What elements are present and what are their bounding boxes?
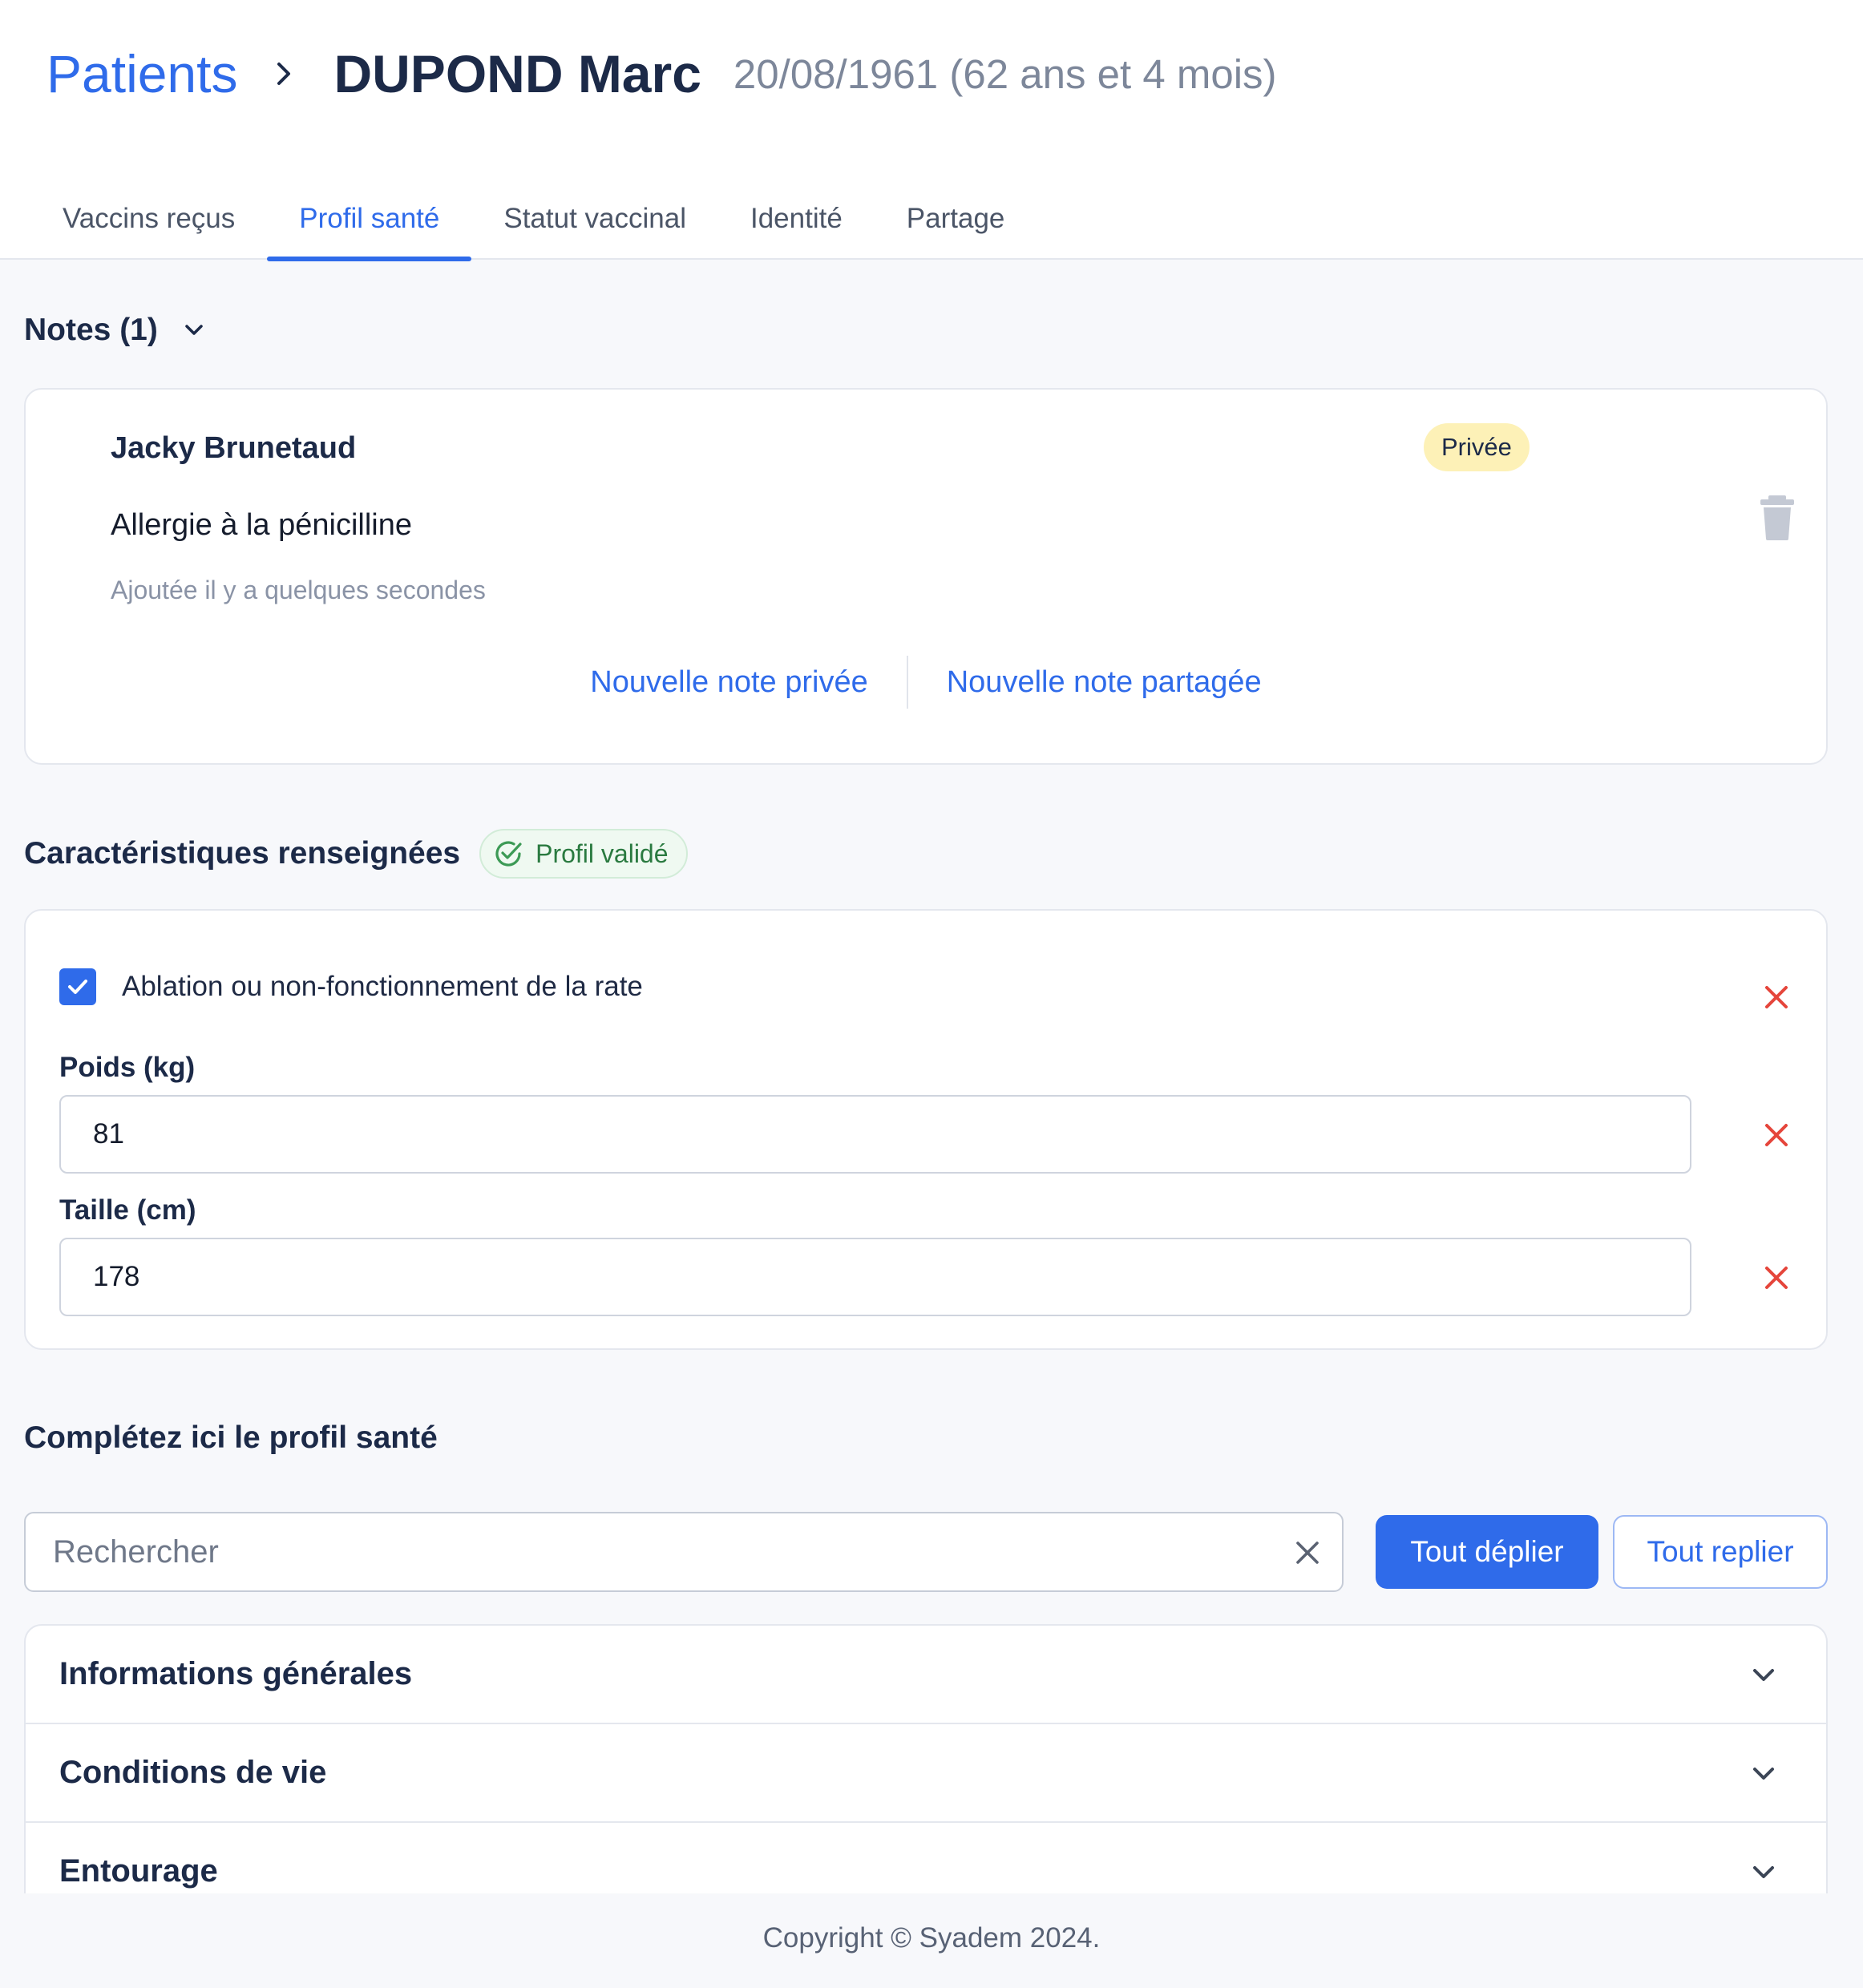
characteristics-card: Ablation ou non-fonctionnement de la rat… (24, 909, 1828, 1350)
chevron-down-icon (1748, 1659, 1780, 1691)
close-icon[interactable] (1759, 1117, 1794, 1153)
expand-all-button[interactable]: Tout déplier (1376, 1515, 1598, 1589)
tab-profil-sante[interactable]: Profil santé (267, 178, 472, 261)
search-box (24, 1512, 1344, 1592)
breadcrumb: Patients DUPOND Marc 20/08/1961 (62 ans … (46, 42, 1277, 106)
chevron-right-icon (268, 58, 300, 90)
section-label: Conditions de vie (59, 1755, 327, 1790)
section-label: Entourage (59, 1853, 218, 1889)
note-card: Jacky Brunetaud Privée Allergie à la pén… (24, 388, 1828, 765)
close-icon[interactable] (1292, 1537, 1323, 1568)
validated-badge-label: Profil validé (535, 838, 669, 868)
tab-identite[interactable]: Identité (718, 178, 875, 260)
weight-field[interactable] (59, 1095, 1691, 1174)
note-text: Allergie à la pénicilline (111, 508, 412, 542)
footer-copyright: Copyright © Syadem 2024. (762, 1922, 1101, 1954)
spleen-label: Ablation ou non-fonctionnement de la rat… (122, 971, 643, 1002)
notes-title: Notes (1) (24, 313, 158, 347)
new-private-note-button[interactable]: Nouvelle note privée (552, 665, 906, 700)
height-field[interactable] (59, 1238, 1691, 1316)
section-informations-generales[interactable]: Informations générales (26, 1626, 1826, 1724)
patient-birthdate: 20/08/1961 (62 ans et 4 mois) (733, 51, 1277, 97)
tab-bar: Vaccins reçus Profil santé Statut vaccin… (0, 178, 1037, 261)
weight-label: Poids (kg) (59, 1052, 196, 1083)
characteristics-header: Caractéristiques renseignées Profil vali… (24, 827, 688, 880)
tab-vaccins-recus[interactable]: Vaccins reçus (0, 178, 267, 260)
status-badge: Privée (1424, 423, 1530, 471)
checkmark-icon (68, 980, 87, 994)
search-input[interactable] (27, 1515, 1262, 1589)
profile-sections: Informations générales Conditions de vie… (24, 1624, 1828, 1893)
check-circle-icon (495, 841, 522, 867)
validated-badge: Profil validé (479, 829, 688, 879)
characteristics-title: Caractéristiques renseignées (24, 836, 461, 871)
collapse-all-button[interactable]: Tout replier (1613, 1515, 1828, 1589)
notes-toggle[interactable]: Notes (1) (24, 311, 208, 350)
breadcrumb-patients-link[interactable]: Patients (46, 43, 237, 104)
close-icon[interactable] (1759, 1260, 1794, 1295)
page-title: DUPOND Marc (333, 44, 701, 103)
close-icon[interactable] (1759, 980, 1794, 1015)
section-conditions-de-vie[interactable]: Conditions de vie (26, 1724, 1826, 1823)
spleen-checkbox[interactable] (59, 968, 96, 1005)
chevron-down-icon (180, 317, 208, 344)
tab-partage[interactable]: Partage (875, 178, 1037, 260)
section-label: Informations générales (59, 1656, 413, 1691)
section-entourage[interactable]: Entourage (26, 1823, 1826, 1893)
height-label: Taille (cm) (59, 1194, 196, 1226)
trash-icon[interactable] (1757, 494, 1797, 542)
page-header: Patients DUPOND Marc 20/08/1961 (62 ans … (0, 0, 1863, 261)
tab-statut-vaccinal[interactable]: Statut vaccinal (471, 178, 718, 260)
chevron-down-icon (1748, 1758, 1780, 1790)
new-shared-note-button[interactable]: Nouvelle note partagée (908, 665, 1300, 700)
complete-profile-title: Complétez ici le profil santé (24, 1420, 438, 1455)
chevron-down-icon (1748, 1857, 1780, 1889)
note-timestamp: Ajoutée il y a quelques secondes (111, 576, 486, 604)
note-actions: Nouvelle note privée Nouvelle note parta… (26, 654, 1826, 710)
note-author: Jacky Brunetaud (111, 431, 357, 465)
spleen-row: Ablation ou non-fonctionnement de la rat… (59, 968, 643, 1005)
